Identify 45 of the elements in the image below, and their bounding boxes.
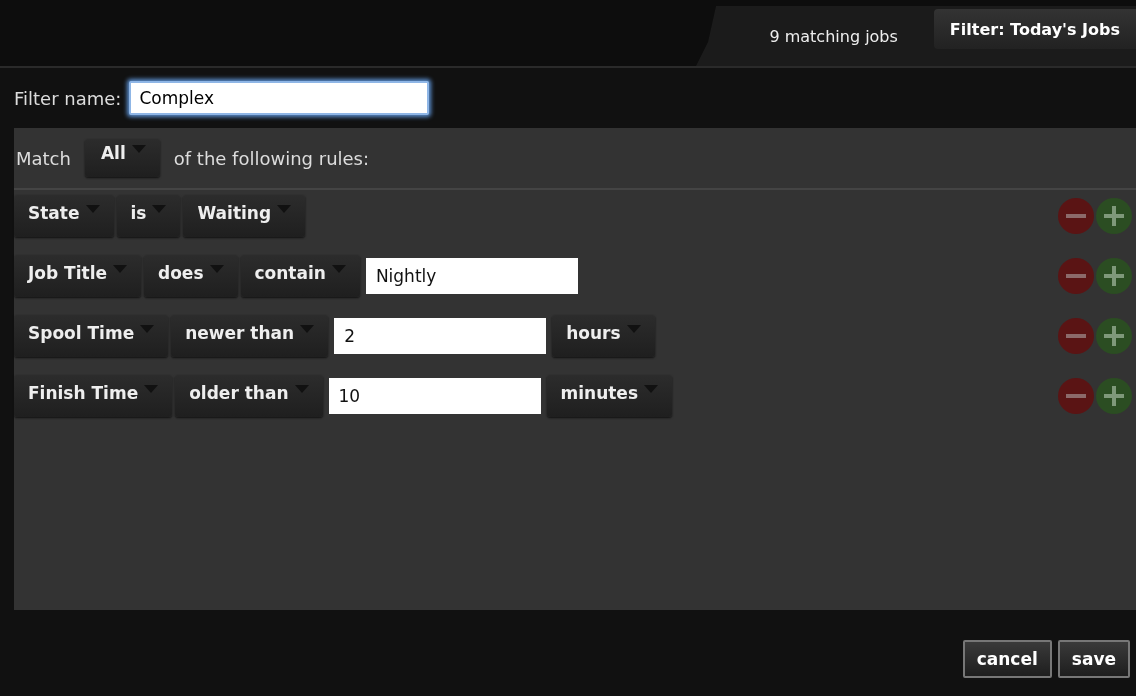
caret-icon xyxy=(626,325,641,333)
remove-icon[interactable] xyxy=(1058,258,1094,294)
caret-icon xyxy=(300,325,315,333)
footer-button[interactable]: save xyxy=(1057,640,1130,678)
rule-value-field[interactable]: 10 xyxy=(328,378,541,414)
caret-icon xyxy=(644,385,659,393)
match-count: 9 matching jobs xyxy=(769,26,898,46)
caret-icon xyxy=(294,385,309,393)
match-label: Match xyxy=(16,147,71,169)
rule-dropdown[interactable]: is xyxy=(116,195,181,237)
caret-icon xyxy=(85,205,100,213)
rule-dropdown[interactable]: contain xyxy=(240,255,360,297)
caret-icon xyxy=(144,385,159,393)
rule-dropdown[interactable]: older than xyxy=(175,375,323,417)
rule-dropdown[interactable]: Job Title xyxy=(14,255,141,297)
footer-button[interactable]: cancel xyxy=(962,640,1052,678)
rule-dropdown[interactable]: newer than xyxy=(171,315,329,357)
rule-dropdown[interactable]: Finish Time xyxy=(14,375,173,417)
remove-icon[interactable] xyxy=(1058,318,1094,354)
caret-icon xyxy=(152,205,167,213)
rule-dropdown[interactable]: Waiting xyxy=(183,195,306,237)
match-suffix: of the following rules: xyxy=(173,147,370,169)
rule-dropdown[interactable]: does xyxy=(144,255,238,297)
add-icon[interactable] xyxy=(1096,198,1132,234)
rule-value-field[interactable]: 2 xyxy=(334,318,547,354)
rule-dropdown[interactable]: Spool Time xyxy=(14,315,169,357)
rule-dropdown[interactable]: State xyxy=(14,195,114,237)
rule-value-field[interactable]: Nightly xyxy=(365,258,578,294)
caret-icon xyxy=(131,145,146,153)
match-dropdown[interactable]: All xyxy=(84,139,160,177)
add-icon[interactable] xyxy=(1096,378,1132,414)
filter-menu[interactable]: Filter: Today's Jobs xyxy=(933,9,1136,49)
filter-name-field[interactable]: Complex xyxy=(129,81,430,115)
add-icon[interactable] xyxy=(1096,258,1132,294)
remove-icon[interactable] xyxy=(1058,198,1094,234)
caret-icon xyxy=(140,325,155,333)
caret-icon xyxy=(277,205,292,213)
caret-icon xyxy=(331,265,346,273)
remove-icon[interactable] xyxy=(1058,378,1094,414)
filter-name-label: Filter name: xyxy=(14,87,122,109)
rule-dropdown[interactable]: hours xyxy=(552,315,655,357)
rule-dropdown[interactable]: minutes xyxy=(546,375,673,417)
caret-icon xyxy=(209,265,224,273)
add-icon[interactable] xyxy=(1096,318,1132,354)
caret-icon xyxy=(113,265,127,273)
